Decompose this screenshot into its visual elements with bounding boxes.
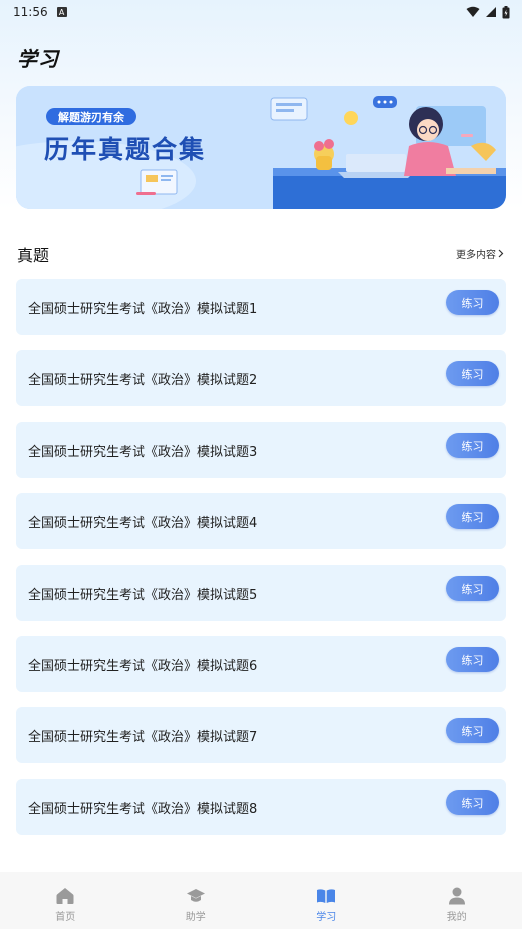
battery-icon xyxy=(502,5,510,18)
item-title: 全国硕士研究生考试《政治》模拟试题4 xyxy=(28,516,258,531)
list-item[interactable]: 全国硕士研究生考试《政治》模拟试题1 练习 xyxy=(16,279,506,335)
user-icon xyxy=(448,887,465,905)
item-title: 全国硕士研究生考试《政治》模拟试题6 xyxy=(28,659,258,674)
nav-mine[interactable]: 我的 xyxy=(392,872,522,929)
banner-title: 历年真题合集 xyxy=(44,135,207,164)
nav-label: 学习 xyxy=(316,912,337,923)
item-title: 全国硕士研究生考试《政治》模拟试题5 xyxy=(28,588,258,603)
list-item[interactable]: 全国硕士研究生考试《政治》模拟试题2 练习 xyxy=(16,350,506,406)
signal-icon xyxy=(486,7,496,17)
chevron-right-icon xyxy=(498,249,504,258)
page-title: 学习 xyxy=(17,47,59,71)
practice-button[interactable]: 练习 xyxy=(446,361,499,386)
section-title: 真题 xyxy=(17,246,50,265)
practice-button[interactable]: 练习 xyxy=(446,576,499,601)
item-title: 全国硕士研究生考试《政治》模拟试题7 xyxy=(28,730,258,745)
item-title: 全国硕士研究生考试《政治》模拟试题1 xyxy=(28,302,258,317)
graduation-cap-icon xyxy=(186,889,205,902)
practice-button[interactable]: 练习 xyxy=(446,290,499,315)
practice-button[interactable]: 练习 xyxy=(446,790,499,815)
nav-label: 我的 xyxy=(446,912,467,923)
home-icon xyxy=(56,888,74,904)
practice-button[interactable]: 练习 xyxy=(446,647,499,672)
list-item[interactable]: 全国硕士研究生考试《政治》模拟试题5 练习 xyxy=(16,565,506,621)
nav-home[interactable]: 首页 xyxy=(0,872,131,929)
practice-button[interactable]: 练习 xyxy=(446,504,499,529)
status-time: 11:56 xyxy=(13,5,48,19)
item-title: 全国硕士研究生考试《政治》模拟试题8 xyxy=(28,802,258,817)
nav-assist[interactable]: 助学 xyxy=(131,872,262,929)
notification-icon: A xyxy=(56,7,67,17)
nav-study[interactable]: 学习 xyxy=(261,872,392,929)
list-item[interactable]: 全国硕士研究生考试《政治》模拟试题7 练习 xyxy=(16,707,506,763)
item-title: 全国硕士研究生考试《政治》模拟试题3 xyxy=(28,445,258,460)
book-icon xyxy=(317,889,336,903)
more-content-link[interactable]: 更多内容 xyxy=(456,246,504,261)
bottom-nav: 首页 助学 学习 我的 xyxy=(0,872,522,929)
practice-button[interactable]: 练习 xyxy=(446,718,499,743)
item-title: 全国硕士研究生考试《政治》模拟试题2 xyxy=(28,373,258,388)
wifi-icon xyxy=(466,6,480,17)
banner-tag: 解题游刃有余 xyxy=(46,108,136,125)
banner[interactable]: 解题游刃有余 历年真题合集 xyxy=(16,86,506,209)
nav-label: 首页 xyxy=(55,912,76,923)
list-item[interactable]: 全国硕士研究生考试《政治》模拟试题6 练习 xyxy=(16,636,506,692)
nav-label: 助学 xyxy=(185,912,206,923)
list-item[interactable]: 全国硕士研究生考试《政治》模拟试题4 练习 xyxy=(16,493,506,549)
more-content-label: 更多内容 xyxy=(456,250,496,261)
practice-button[interactable]: 练习 xyxy=(446,433,499,458)
status-bar: 11:56 A xyxy=(0,0,522,24)
list-item[interactable]: 全国硕士研究生考试《政治》模拟试题8 练习 xyxy=(16,779,506,835)
list-item[interactable]: 全国硕士研究生考试《政治》模拟试题3 练习 xyxy=(16,422,506,478)
